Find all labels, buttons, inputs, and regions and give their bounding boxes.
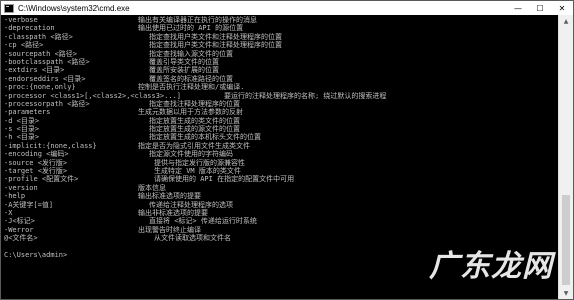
console-line: -h <目录> 指定放置生成的本机标头文件的位置	[4, 133, 560, 141]
console-line: -processorpath <路径> 指定查找注释处理程序的位置	[4, 100, 560, 108]
option-description: 输出标准选项的提要	[138, 192, 201, 201]
option-name: -h <目录>	[4, 133, 40, 142]
option-name: -verbose	[4, 16, 38, 24]
console-line: -deprecation 输出使用已过时的 API 的源位置	[4, 24, 560, 32]
option-description: 指定是否为隐式引用文件生成类文件	[138, 141, 250, 150]
maximize-button[interactable]: ☐	[529, 1, 551, 15]
option-name: -d <目录>	[4, 116, 40, 125]
option-description: 生成元数据以用于方法参数的反射	[138, 108, 243, 117]
console-line: -source <发行版> 提供与指定发行版的源兼容性	[4, 159, 560, 167]
option-name: -sourcepath <路径>	[4, 49, 78, 58]
option-name: -cp <路径>	[4, 41, 44, 50]
console-line: -cp <路径> 指定查找用户类文件和注释处理程序的位置	[4, 41, 560, 49]
option-description: 控制是否执行注释处理和/或编译.	[138, 83, 245, 92]
console-line: -A关键字[=值] 传递给注释处理程序的选项	[4, 201, 560, 209]
console-line: -J<标记> 直接将 <标记> 传递给运行时系统	[4, 217, 560, 225]
minimize-button[interactable]: —	[507, 1, 529, 15]
option-name: -extdirs <目录>	[4, 66, 65, 75]
option-name: -endorseddirs <目录>	[4, 74, 86, 83]
option-description: 指定查找用户类文件和注释处理程序的位置	[149, 41, 282, 50]
option-name: -parameters	[4, 108, 51, 117]
console-line: -processor <class1>[,<class2>,<class3>..…	[4, 92, 560, 100]
option-name: -classpath <路径>	[4, 32, 73, 41]
option-name: -implicit:{none,class}	[4, 141, 97, 150]
console-line: -s <目录> 指定放置生成的源文件的位置	[4, 125, 560, 133]
option-name: -s <目录>	[4, 125, 40, 134]
console-line: -version 版本信息	[4, 184, 560, 192]
scroll-down-arrow-icon[interactable]: ▼	[559, 287, 573, 299]
option-description: 请确保使用的 API 在指定的配置文件中可用	[154, 175, 295, 184]
close-button[interactable]: ✕	[551, 1, 573, 15]
watermark-logo: 广东龙网	[429, 249, 553, 284]
option-description: 从文件读取选项和文件名	[154, 234, 231, 243]
console-line: -implicit:{none,class} 指定是否为隐式引用文件生成类文件	[4, 142, 560, 150]
console-line: -Werror 出现警告时终止编译	[4, 226, 560, 234]
scroll-thumb[interactable]	[562, 195, 570, 285]
console-line: -verbose 输出有关编译器正在执行的操作的消息	[4, 16, 560, 24]
console-line: -X 输出非标准选项的提要	[4, 209, 560, 217]
option-name: @<文件名>	[4, 234, 38, 243]
option-description: 版本信息	[138, 183, 166, 192]
console-line: -encoding <编码> 指定源文件使用的字符编码	[4, 150, 560, 158]
option-name: -Werror	[4, 225, 34, 234]
option-name: -bootclasspath <路径>	[4, 57, 90, 66]
title-bar[interactable]: C:\Windows\system32\cmd.exe — ☐ ✕	[1, 1, 573, 15]
option-description: 传递给注释处理程序的选项	[149, 200, 233, 209]
vertical-scrollbar[interactable]: ▲ ▼	[558, 15, 573, 299]
option-description: 指定查找用户类文件和注释处理程序的位置	[149, 32, 282, 41]
console-line: -parameters 生成元数据以用于方法参数的反射	[4, 108, 560, 116]
option-name: -help	[4, 192, 26, 201]
console-line: -endorseddirs <目录> 覆盖签名的标准路径的位置	[4, 75, 560, 83]
cmd-icon	[4, 3, 14, 13]
console-line: -bootclasspath <路径> 覆盖引导类文件的位置	[4, 58, 560, 66]
option-name: -proc:{none,only}	[4, 83, 76, 92]
cmd-window: C:\Windows\system32\cmd.exe — ☐ ✕ -verbo…	[0, 0, 574, 300]
option-name: -source <发行版>	[4, 158, 68, 167]
console-line: -d <目录> 指定放置生成的类文件的位置	[4, 117, 560, 125]
option-name: -A关键字[=值]	[4, 200, 54, 209]
option-name: -deprecation	[4, 24, 55, 33]
option-name: -processorpath <路径>	[4, 99, 90, 108]
option-name: -J<标记>	[4, 217, 35, 226]
console-line: -profile <配置文件> 请确保使用的 API 在指定的配置文件中可用	[4, 175, 560, 183]
console-line: -extdirs <目录> 覆盖所安装扩展的位置	[4, 66, 560, 74]
option-name: -encoding <编码>	[4, 150, 69, 159]
option-description: 指定放置生成的本机标头文件的位置	[149, 133, 261, 142]
console-line: -proc:{none,only} 控制是否执行注释处理和/或编译.	[4, 83, 560, 91]
scroll-up-arrow-icon[interactable]: ▲	[559, 15, 573, 27]
option-description: 指定查找输入源文件的位置	[149, 49, 233, 58]
option-description: 覆盖所安装扩展的位置	[149, 66, 219, 75]
option-description: 覆盖签名的标准路径的位置	[149, 74, 233, 83]
option-name: -profile <配置文件>	[4, 175, 79, 184]
option-description: 提供与指定发行版的源兼容性	[154, 158, 245, 167]
console-line: -classpath <路径> 指定查找用户类文件和注释处理程序的位置	[4, 33, 560, 41]
option-description: 出现警告时终止编译	[138, 225, 201, 234]
option-description: 指定源文件使用的字符编码	[149, 150, 233, 159]
option-description: 指定放置生成的类文件的位置	[149, 116, 240, 125]
window-controls: — ☐ ✕	[507, 1, 573, 15]
console-line: -help 输出标准选项的提要	[4, 192, 560, 200]
option-description: 输出使用已过时的 API 的源位置	[138, 24, 244, 33]
option-description: 要运行的注释处理程序的名称; 绕过默认的搜索进程	[224, 91, 387, 100]
option-description: 直接将 <标记> 传递给运行时系统	[149, 217, 257, 226]
console-line: -sourcepath <路径> 指定查找输入源文件的位置	[4, 50, 560, 58]
option-name: -processor <class1>[,<class2>,<class3>..…	[4, 91, 182, 100]
option-name: -version	[4, 183, 38, 192]
window-title: C:\Windows\system32\cmd.exe	[18, 3, 130, 13]
